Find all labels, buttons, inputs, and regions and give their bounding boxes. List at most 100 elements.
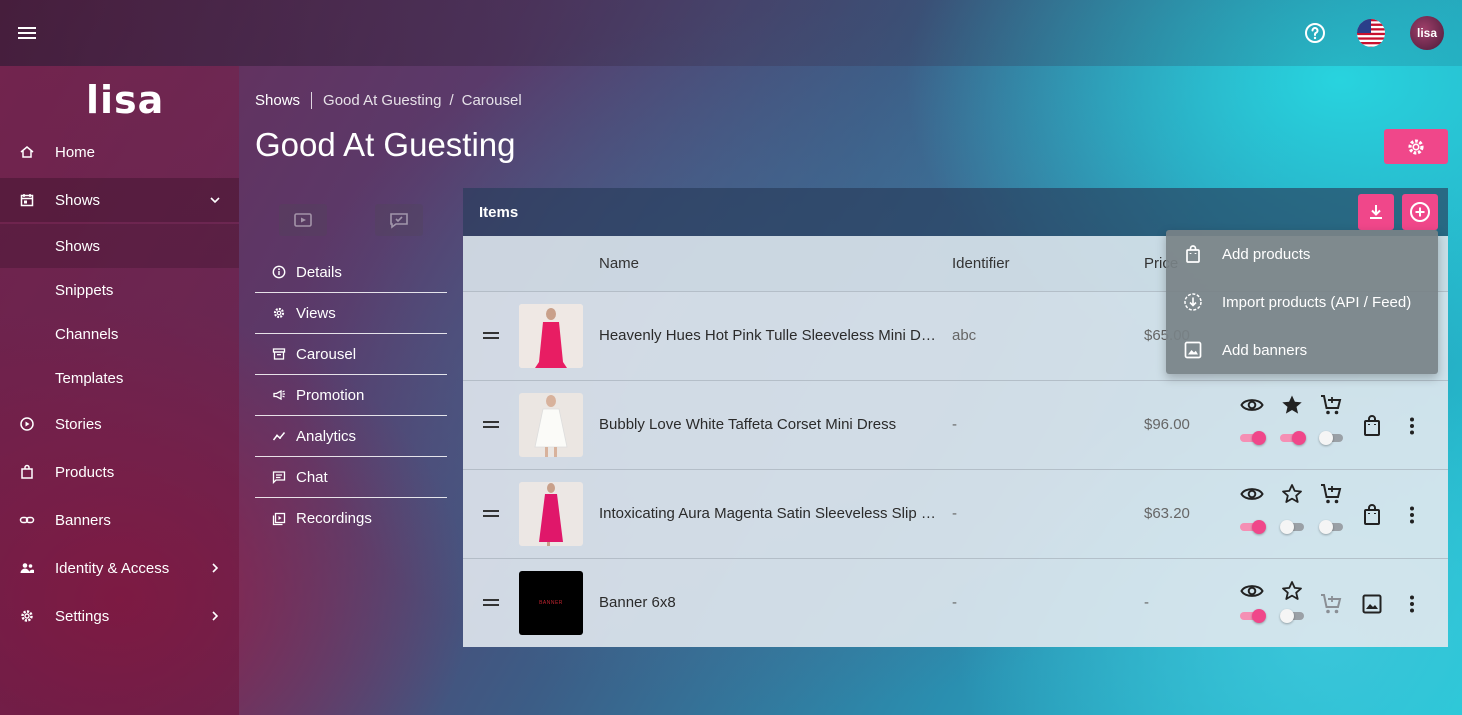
shopping-bag-icon[interactable] bbox=[1360, 414, 1384, 438]
drag-handle-icon[interactable] bbox=[483, 421, 499, 429]
chevron-down-icon bbox=[210, 197, 220, 204]
item-name: Bubbly Love White Taffeta Corset Mini Dr… bbox=[599, 416, 897, 433]
menu-item-carousel[interactable]: Carousel bbox=[255, 334, 447, 375]
sidebar: lisa Home Shows Shows Snippets Channels … bbox=[0, 66, 239, 715]
visible-toggle[interactable] bbox=[1240, 609, 1266, 623]
chat-tab[interactable] bbox=[375, 204, 423, 236]
item-price: $63.20 bbox=[1144, 505, 1190, 522]
cart-toggle[interactable] bbox=[1319, 520, 1345, 534]
menu-item-promotion[interactable]: Promotion bbox=[255, 375, 447, 416]
sidebar-item-shows[interactable]: Shows bbox=[0, 178, 239, 222]
archive-icon bbox=[272, 348, 286, 360]
panel-title: Items bbox=[479, 204, 519, 221]
hamburger-icon[interactable] bbox=[14, 21, 40, 45]
sidebar-item-settings[interactable]: Settings bbox=[0, 594, 239, 638]
calendar-icon bbox=[20, 194, 34, 207]
drag-handle-icon[interactable] bbox=[483, 599, 499, 607]
eye-icon[interactable] bbox=[1240, 579, 1264, 603]
breadcrumb: Shows Good At Guesting / Carousel bbox=[255, 89, 522, 111]
download-button[interactable] bbox=[1358, 194, 1394, 230]
visible-toggle[interactable] bbox=[1240, 431, 1266, 445]
chevron-right-icon bbox=[212, 563, 219, 573]
more-vertical-icon[interactable] bbox=[1400, 503, 1424, 527]
menu-item-analytics[interactable]: Analytics bbox=[255, 416, 447, 457]
eye-icon[interactable] bbox=[1240, 393, 1264, 417]
sidebar-subitem-channels[interactable]: Channels bbox=[0, 312, 239, 356]
menu-item-import-products[interactable]: Import products (API / Feed) bbox=[1166, 278, 1438, 326]
sidebar-item-stories[interactable]: Stories bbox=[0, 402, 239, 446]
avatar[interactable]: lisa bbox=[1410, 16, 1444, 50]
info-icon bbox=[272, 265, 286, 279]
breadcrumb-show[interactable]: Good At Guesting bbox=[312, 92, 441, 109]
lisa-logo[interactable]: lisa bbox=[86, 78, 164, 122]
drag-handle-icon[interactable] bbox=[483, 510, 499, 518]
menu-item-label: Analytics bbox=[296, 427, 357, 445]
sidebar-item-banners[interactable]: Banners bbox=[0, 498, 239, 542]
product-thumbnail bbox=[519, 482, 583, 546]
sidebar-item-label: Identity & Access bbox=[55, 559, 170, 577]
menu-item-label: Chat bbox=[296, 468, 328, 486]
menu-item-views[interactable]: Views bbox=[255, 293, 447, 334]
sidebar-item-label: Home bbox=[55, 143, 96, 161]
sidebar-item-products[interactable]: Products bbox=[0, 450, 239, 494]
video-icon bbox=[294, 213, 312, 227]
page-title: Good At Guesting bbox=[255, 126, 516, 163]
table-row: Intoxicating Aura Magenta Satin Sleevele… bbox=[463, 469, 1448, 558]
cart-toggle[interactable] bbox=[1319, 431, 1345, 445]
menu-item-chat[interactable]: Chat bbox=[255, 457, 447, 498]
column-name[interactable]: Name bbox=[599, 255, 639, 272]
menu-item-recordings[interactable]: Recordings bbox=[255, 498, 447, 539]
item-identifier: - bbox=[952, 505, 957, 522]
video-tab[interactable] bbox=[279, 204, 327, 236]
menu-item-add-products[interactable]: Add products bbox=[1166, 230, 1438, 278]
sidebar-subitem-templates[interactable]: Templates bbox=[0, 356, 239, 400]
sidebar-item-label: Shows bbox=[55, 191, 101, 209]
play-circle-icon bbox=[20, 417, 34, 431]
menu-item-label: Views bbox=[296, 304, 336, 322]
more-vertical-icon[interactable] bbox=[1400, 414, 1424, 438]
add-circle-icon bbox=[1410, 202, 1430, 222]
star-filled-icon[interactable] bbox=[1280, 393, 1304, 417]
help-circle-icon[interactable] bbox=[1298, 16, 1332, 50]
shopping-bag-icon bbox=[21, 464, 33, 479]
drag-handle-icon[interactable] bbox=[483, 332, 499, 340]
gear-icon bbox=[273, 307, 285, 319]
sidebar-subitem-snippets[interactable]: Snippets bbox=[0, 268, 239, 312]
sidebar-item-identity-access[interactable]: Identity & Access bbox=[0, 546, 239, 590]
menu-item-label: Import products (API / Feed) bbox=[1222, 293, 1412, 311]
settings-button[interactable] bbox=[1384, 129, 1448, 164]
menu-item-label: Add banners bbox=[1222, 341, 1308, 359]
star-outline-icon[interactable] bbox=[1280, 482, 1304, 506]
cart-icon[interactable] bbox=[1319, 393, 1343, 417]
item-name: Heavenly Hues Hot Pink Tulle Sleeveless … bbox=[599, 327, 939, 344]
breadcrumb-shows[interactable]: Shows bbox=[255, 91, 313, 109]
table-row: Bubbly Love White Taffeta Corset Mini Dr… bbox=[463, 380, 1448, 469]
sidebar-subitem-shows[interactable]: Shows bbox=[0, 224, 239, 268]
shopping-bag-icon[interactable] bbox=[1360, 503, 1384, 527]
more-vertical-icon[interactable] bbox=[1400, 592, 1424, 616]
add-item-button[interactable] bbox=[1402, 194, 1438, 230]
image-icon[interactable] bbox=[1360, 592, 1384, 616]
product-thumbnail bbox=[519, 393, 583, 457]
menu-item-details[interactable]: Details bbox=[255, 252, 447, 293]
menu-item-add-banners[interactable]: Add banners bbox=[1166, 326, 1438, 374]
featured-toggle[interactable] bbox=[1280, 520, 1306, 534]
column-identifier[interactable]: Identifier bbox=[952, 255, 1010, 272]
star-outline-icon[interactable] bbox=[1280, 579, 1304, 603]
featured-toggle[interactable] bbox=[1280, 609, 1306, 623]
us-flag-icon[interactable] bbox=[1354, 16, 1388, 50]
breadcrumb-separator: / bbox=[449, 91, 454, 109]
item-identifier: abc bbox=[952, 327, 977, 344]
download-icon bbox=[1370, 205, 1382, 219]
show-section-menu: Details Views Carousel Promotion Analyti… bbox=[255, 252, 447, 539]
eye-icon[interactable] bbox=[1240, 482, 1264, 506]
item-name: Banner 6x8 bbox=[599, 594, 676, 611]
product-thumbnail bbox=[519, 304, 583, 368]
analytics-icon bbox=[272, 432, 286, 441]
visible-toggle[interactable] bbox=[1240, 520, 1266, 534]
sidebar-item-home[interactable]: Home bbox=[0, 130, 239, 174]
cart-icon[interactable] bbox=[1319, 482, 1343, 506]
image-icon bbox=[1184, 341, 1202, 359]
cart-disabled-icon bbox=[1321, 594, 1342, 614]
featured-toggle[interactable] bbox=[1280, 431, 1306, 445]
